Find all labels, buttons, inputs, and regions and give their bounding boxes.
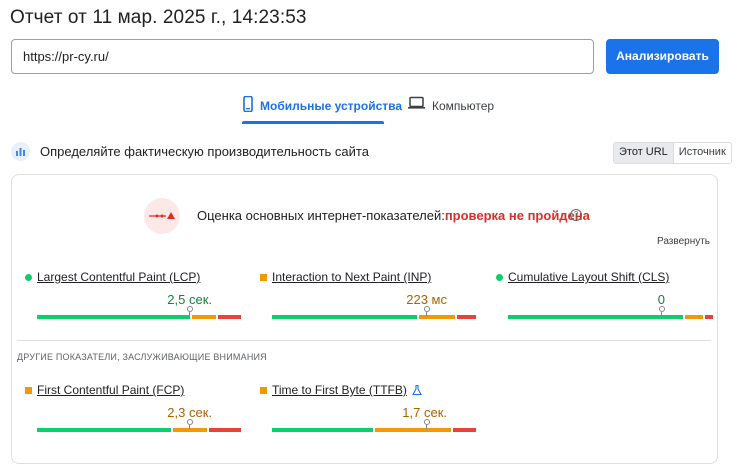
metric-lcp-distribution-bar (37, 315, 241, 319)
needs-improvement-segment (192, 315, 216, 319)
tab-mobile-label: Мобильные устройства (260, 99, 403, 113)
field-data-heading: Определяйте фактическую производительнос… (40, 144, 369, 159)
good-status-icon (25, 274, 32, 281)
good-status-icon (496, 274, 503, 281)
percentile-marker (187, 419, 193, 425)
percentile-marker-stem (661, 312, 662, 316)
url-origin-toggle[interactable]: Этот URL Источник (613, 142, 732, 164)
url-input[interactable]: https://pr-cy.ru/ (11, 39, 594, 74)
poor-segment (209, 428, 241, 432)
metric-inp-distribution-bar (272, 315, 476, 319)
metric-fcp-name[interactable]: First Contentful Paint (FCP) (37, 383, 184, 397)
good-segment (37, 428, 171, 432)
poor-segment (705, 315, 713, 319)
percentile-marker (424, 306, 430, 312)
assessment-label: Оценка основных интернет-показателей: (197, 208, 445, 223)
tab-desktop[interactable]: Компьютер (408, 96, 494, 124)
metric-fcp-value: 2,3 сек. (167, 405, 212, 420)
tab-desktop-label: Компьютер (432, 99, 495, 113)
report-title: Отчет от 11 мар. 2025 г., 14:23:53 (10, 7, 307, 28)
tab-mobile[interactable]: Мобильные устройства (243, 96, 402, 124)
poor-segment (218, 315, 241, 319)
assessment-failed-icon (144, 198, 180, 234)
good-segment (37, 315, 190, 319)
toggle-origin[interactable]: Источник (672, 143, 731, 163)
metric-ttfb-name[interactable]: Time to First Byte (TTFB) (272, 383, 407, 397)
percentile-marker (187, 306, 193, 312)
metric-cls-name[interactable]: Cumulative Layout Shift (CLS) (508, 270, 669, 284)
percentile-marker-stem (426, 312, 427, 316)
section-divider (17, 340, 711, 341)
active-tab-indicator (242, 121, 384, 124)
metric-ttfb-distribution-bar (272, 428, 476, 432)
good-segment (272, 315, 417, 319)
poor-segment (453, 428, 476, 432)
needs-improvement-segment (173, 428, 207, 432)
average-status-icon (260, 274, 267, 281)
percentile-marker (424, 419, 430, 425)
analyze-button[interactable]: Анализировать (606, 39, 719, 74)
help-icon[interactable]: ? (570, 209, 582, 221)
percentile-marker (659, 306, 665, 312)
metric-inp-value: 223 мс (406, 292, 447, 307)
metric-lcp-value: 2,5 сек. (167, 292, 212, 307)
expand-link[interactable]: Развернуть (657, 236, 710, 247)
metric-cls-value: 0 (657, 292, 665, 307)
average-status-icon (260, 387, 267, 394)
poor-segment (457, 315, 476, 319)
metric-fcp-distribution-bar (37, 428, 241, 432)
users-chart-icon (11, 142, 30, 161)
needs-improvement-segment (685, 315, 703, 319)
good-segment (272, 428, 373, 432)
metric-ttfb-value: 1,7 сек. (402, 405, 447, 420)
other-metrics-heading: ДРУГИЕ ПОКАЗАТЕЛИ, ЗАСЛУЖИВАЮЩИЕ ВНИМАНИ… (17, 352, 267, 362)
smartphone-icon (243, 96, 253, 112)
metric-lcp-name[interactable]: Largest Contentful Paint (LCP) (37, 270, 200, 284)
cwv-assessment: Оценка основных интернет-показателей:про… (197, 208, 590, 223)
metric-inp-name[interactable]: Interaction to Next Paint (INP) (272, 270, 431, 284)
percentile-marker-stem (426, 425, 427, 429)
good-segment (508, 315, 683, 319)
needs-improvement-segment (375, 428, 451, 432)
flask-icon (412, 385, 422, 395)
needs-improvement-segment (419, 315, 455, 319)
metric-cls-distribution-bar (508, 315, 713, 319)
average-status-icon (25, 387, 32, 394)
toggle-this-url[interactable]: Этот URL (614, 143, 673, 163)
percentile-marker-stem (189, 312, 190, 316)
percentile-marker-stem (189, 425, 190, 429)
laptop-icon (408, 96, 425, 109)
assessment-status: проверка не пройдена (444, 208, 590, 223)
